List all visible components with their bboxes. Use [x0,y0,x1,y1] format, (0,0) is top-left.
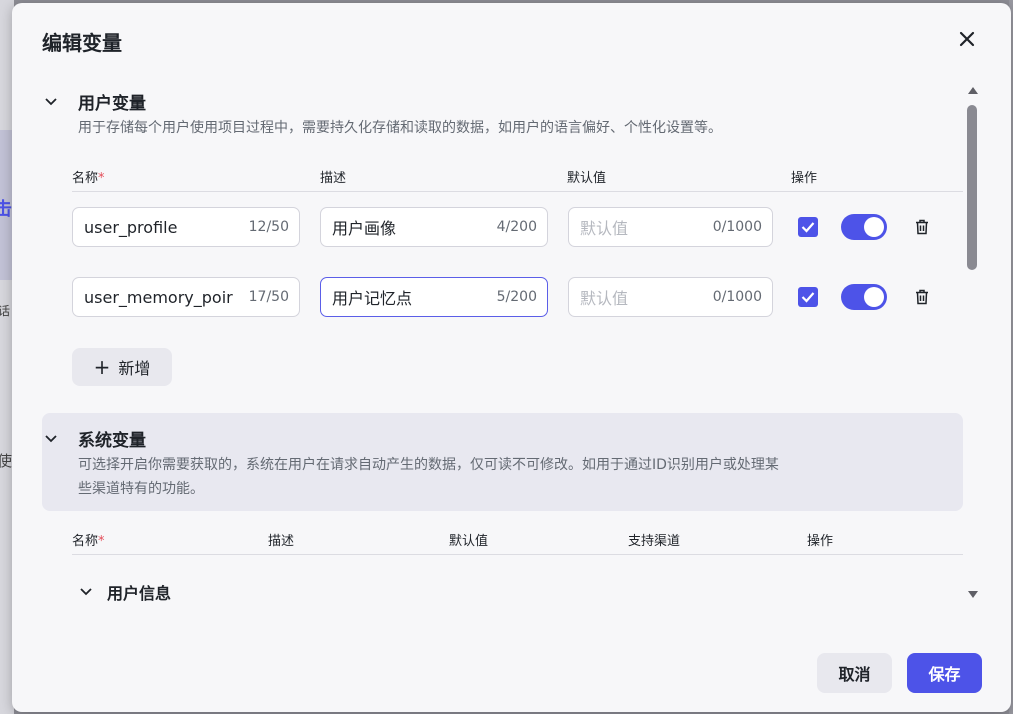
variable-desc-input[interactable]: 用户记忆点 5/200 [320,277,548,317]
required-mark: * [98,534,105,549]
group-title: 用户信息 [107,584,172,603]
required-mark: * [98,171,105,186]
col-desc: 描述 [320,171,347,186]
system-vars-description-line: 可选择开启你需要获取的，系统在用户在请求自动产生的数据，仅可读不可修改。如用于通… [78,457,779,473]
default-placeholder: 默认值 [580,289,629,308]
col-actions: 操作 [791,171,818,186]
char-counter: 17/50 [248,289,289,305]
char-counter: 0/1000 [712,289,762,305]
scrollbar-thumb[interactable] [967,105,977,270]
divider [72,191,963,192]
dialog-content: 用户变量 用于存储每个用户使用项目过程中，需要持久化存储和读取的数据，如用户的语… [42,75,964,605]
char-counter: 5/200 [496,289,537,305]
system-vars-description: 可选择开启你需要获取的，系统在用户在请求自动产生的数据，仅可读不可修改。如用于通… [78,453,779,501]
variable-name-value: user_profile [84,217,178,237]
variable-enable-toggle[interactable] [841,214,887,240]
system-vars-description-line: 些渠道特有的功能。 [78,481,204,497]
add-variable-button[interactable]: + 新增 [72,348,172,386]
edit-variables-dialog: 编辑变量 用户变量 用于存储每个用户使用项目过程中，需要持久化存储和读取的数据，… [12,3,1011,712]
background-text: 击 [0,199,12,220]
default-placeholder: 默认值 [580,219,629,238]
variable-desc-input[interactable]: 用户画像 4/200 [320,207,548,247]
check-icon [801,292,815,303]
user-vars-header[interactable]: 用户变量 [42,89,146,114]
variable-name-input[interactable]: user_profile 12/50 [72,207,300,247]
sys-col-channel: 支持渠道 [628,534,681,549]
delete-button[interactable] [913,288,931,306]
scrollbar[interactable] [963,75,983,605]
system-vars-title: 系统变量 [78,431,146,451]
sys-col-name-label: 名称 [72,534,99,549]
user-vars-title: 用户变量 [78,94,146,114]
variable-desc-value: 用户画像 [332,219,397,238]
sys-col-name: 名称* [72,530,105,549]
chevron-down-icon [77,583,95,601]
user-vars-description: 用于存储每个用户使用项目过程中，需要持久化存储和读取的数据，如用户的语言偏好、个… [78,120,722,136]
variable-name-value: user_memory_poir [84,287,233,307]
trash-icon [916,289,928,305]
scroll-down-icon[interactable] [966,587,980,601]
toggle-knob [864,217,884,237]
sys-col-default: 默认值 [449,534,489,549]
chevron-down-icon [42,93,60,111]
add-variable-label: 新增 [118,359,151,378]
col-default: 默认值 [567,171,607,186]
plus-icon: + [93,355,111,379]
check-icon [801,222,815,233]
col-name-label: 名称 [72,171,99,186]
toggle-knob [864,287,884,307]
background-text: 使 [0,452,13,470]
char-counter: 4/200 [496,219,537,235]
variable-checkbox[interactable] [798,287,818,307]
variable-desc-value: 用户记忆点 [332,289,413,308]
save-button[interactable]: 保存 [907,653,982,693]
scroll-up-icon[interactable] [966,83,980,97]
sys-col-desc: 描述 [268,534,295,549]
variable-enable-toggle[interactable] [841,284,887,310]
system-vars-header[interactable]: 系统变量 [42,426,146,451]
close-icon [959,31,975,47]
variable-name-input[interactable]: user_memory_poir 17/50 [72,277,300,317]
variable-default-input[interactable]: 默认值 0/1000 [568,207,773,247]
variable-checkbox[interactable] [798,217,818,237]
char-counter: 0/1000 [712,219,762,235]
chevron-down-icon [42,430,60,448]
group-user-info[interactable]: 用户信息 [77,580,171,604]
background-text: 话 [0,304,11,318]
sys-col-actions: 操作 [807,534,834,549]
close-button[interactable] [953,25,981,53]
dialog-title: 编辑变量 [42,31,122,55]
divider [72,554,963,555]
variable-default-input[interactable]: 默认值 0/1000 [568,277,773,317]
col-name: 名称* [72,167,105,186]
char-counter: 12/50 [248,219,289,235]
cancel-button[interactable]: 取消 [817,653,892,693]
trash-icon [916,219,928,235]
delete-button[interactable] [913,218,931,236]
